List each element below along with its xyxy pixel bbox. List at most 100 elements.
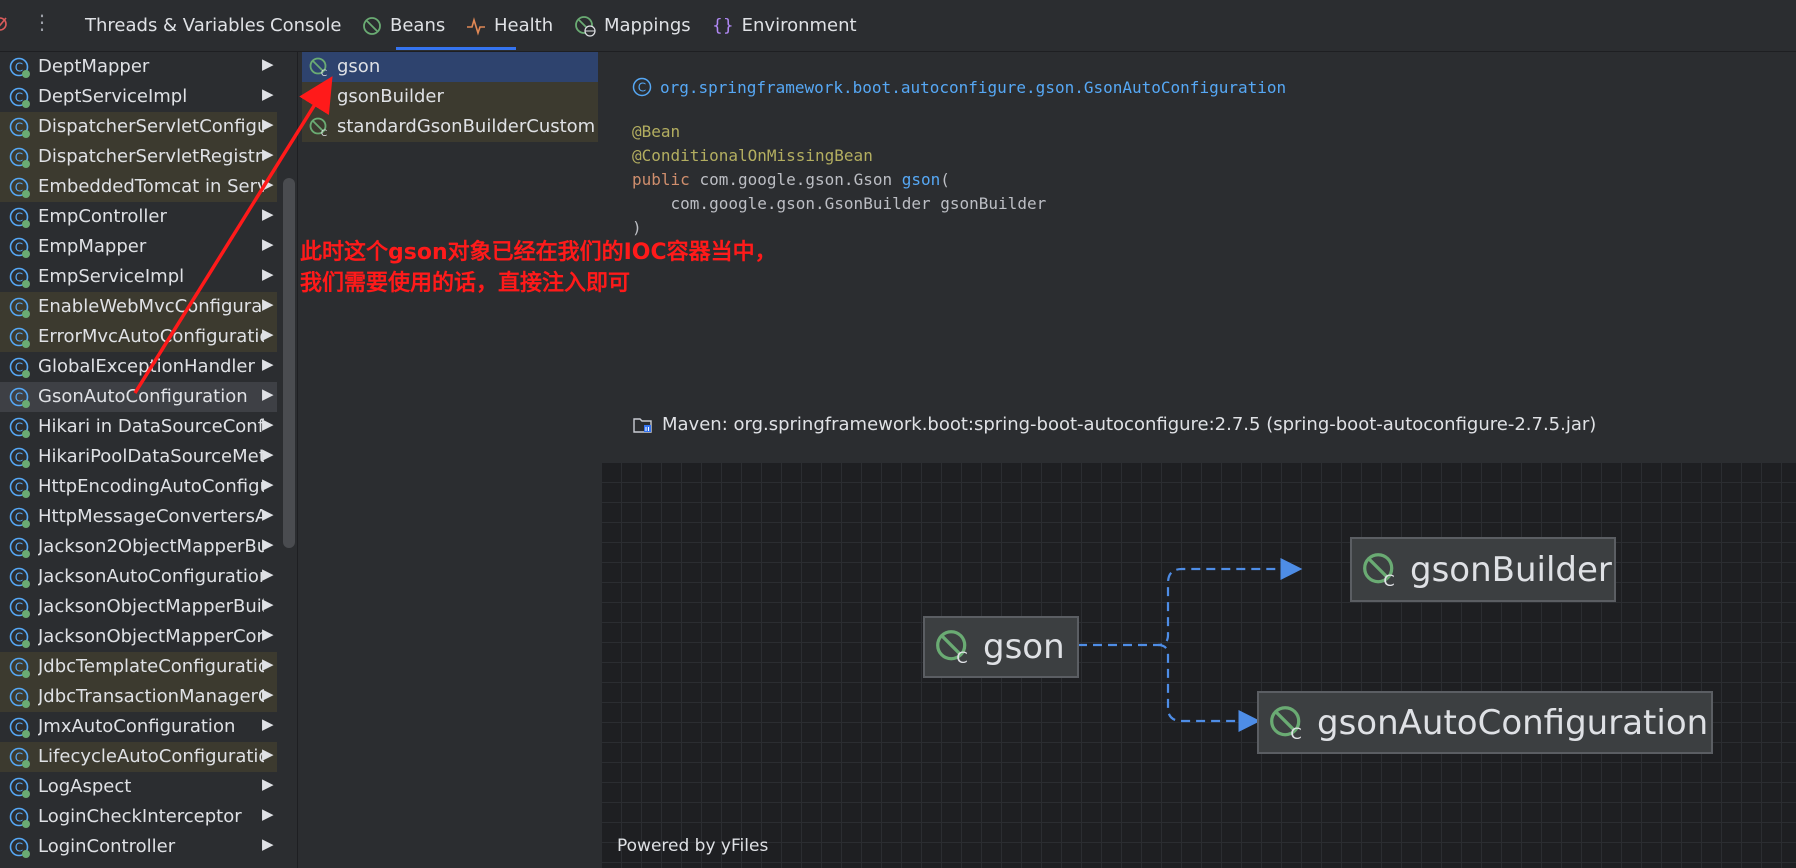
chevron-right-icon[interactable]: ▶ xyxy=(262,685,274,703)
chevron-right-icon[interactable]: ▶ xyxy=(262,565,274,583)
list-item-gson-builder[interactable]: C gsonBuilder xyxy=(302,82,598,112)
spring-class-icon: C xyxy=(9,837,31,864)
list-item[interactable]: C DeptServiceImpl ▶ xyxy=(0,82,277,112)
class-fqn: org.springframework.boot.autoconfigure.g… xyxy=(660,77,1287,97)
list-item[interactable]: C HikariPoolDataSourceMetadataProviderCon… xyxy=(0,442,277,472)
chevron-right-icon[interactable]: ▶ xyxy=(262,85,274,103)
spring-class-icon: C xyxy=(9,657,31,684)
chevron-right-icon[interactable]: ▶ xyxy=(262,205,274,223)
list-item[interactable]: C EmbeddedTomcat in ServletWebServerFacto… xyxy=(0,172,277,202)
list-item-gson[interactable]: C gson xyxy=(302,52,598,82)
list-item[interactable]: C Jackson2ObjectMapperBuilderCustomizerCo… xyxy=(0,532,277,562)
active-tab-indicator xyxy=(396,47,516,50)
bean-class-link[interactable]: C org.springframework.boot.autoconfigure… xyxy=(632,77,1286,97)
svg-text:C: C xyxy=(15,601,23,615)
bean-class-label: DispatcherServletConfiguration xyxy=(38,116,264,137)
spring-class-icon: C xyxy=(9,477,31,504)
spring-class-icon: C xyxy=(9,447,31,474)
chevron-right-icon[interactable]: ▶ xyxy=(262,805,274,823)
svg-text:C: C xyxy=(15,91,23,105)
disconnected-icon[interactable] xyxy=(0,14,10,38)
list-item[interactable]: C DispatcherServletConfiguration▶ xyxy=(0,112,277,142)
graph-node-gson-builder[interactable]: C gsonBuilder xyxy=(1350,537,1616,602)
spring-class-icon: C xyxy=(9,117,31,144)
list-item[interactable]: C JacksonObjectMapperConfiguration▶ xyxy=(0,622,277,652)
annotation-line-1: 此时这个gson对象已经在我们的IOC容器当中， xyxy=(300,240,777,265)
chevron-right-icon[interactable]: ▶ xyxy=(262,505,274,523)
graph-node-gson[interactable]: C gson xyxy=(923,616,1079,678)
list-item[interactable]: C LoginController ▶ xyxy=(0,832,277,862)
graph-node-gson-auto-configuration[interactable]: C gsonAutoConfiguration xyxy=(1257,691,1713,754)
tab-threads-variables[interactable]: Threads & Variables xyxy=(85,0,265,51)
tab-beans[interactable]: Beans xyxy=(362,0,445,51)
list-item[interactable]: C GsonAutoConfiguration ▶ xyxy=(0,382,277,412)
chevron-right-icon[interactable]: ▶ xyxy=(262,235,274,253)
bean-dependency-graph[interactable]: C gson C gsonBuilder C gsonAutoConfigura… xyxy=(601,462,1796,868)
list-item[interactable]: C DispatcherServletRegistrationConfigurat… xyxy=(0,142,277,172)
chevron-right-icon[interactable]: ▶ xyxy=(262,55,274,73)
chevron-right-icon[interactable]: ▶ xyxy=(262,265,274,283)
spring-bean-icon: C xyxy=(1269,705,1305,741)
spring-class-icon: C xyxy=(9,777,31,804)
tab-mappings[interactable]: Mappings xyxy=(574,0,691,51)
health-pulse-icon xyxy=(466,16,486,36)
list-item[interactable]: C LogAspect ▶ xyxy=(0,772,277,802)
chevron-right-icon[interactable]: ▶ xyxy=(262,115,274,133)
chevron-right-icon[interactable]: ▶ xyxy=(262,145,274,163)
chevron-right-icon[interactable]: ▶ xyxy=(262,835,274,853)
svg-text:C: C xyxy=(15,301,23,315)
list-item[interactable]: C HttpEncodingAutoConfiguration▶ xyxy=(0,472,277,502)
vertical-scrollbar[interactable] xyxy=(283,178,295,548)
spring-class-icon: C xyxy=(9,267,31,294)
chevron-right-icon[interactable]: ▶ xyxy=(262,625,274,643)
chevron-right-icon[interactable]: ▶ xyxy=(262,535,274,553)
list-item[interactable]: C JmxAutoConfiguration ▶ xyxy=(0,712,277,742)
list-item[interactable]: C JacksonAutoConfiguration ▶ xyxy=(0,562,277,592)
list-item[interactable]: C ErrorMvcAutoConfiguration ▶ xyxy=(0,322,277,352)
chevron-right-icon[interactable]: ▶ xyxy=(262,175,274,193)
list-item[interactable]: C EnableWebMvcConfiguration▶ xyxy=(0,292,277,322)
list-item[interactable]: C JdbcTemplateConfiguration ▶ xyxy=(0,652,277,682)
chevron-right-icon[interactable]: ▶ xyxy=(262,775,274,793)
chevron-right-icon[interactable]: ▶ xyxy=(262,415,274,433)
chevron-right-icon[interactable]: ▶ xyxy=(262,385,274,403)
list-item[interactable]: C Hikari in DataSourceConfiguration▶ xyxy=(0,412,277,442)
list-item[interactable]: C JacksonObjectMapperBuilderConfiguration… xyxy=(0,592,277,622)
svg-text:C: C xyxy=(15,391,23,405)
chevron-right-icon[interactable]: ▶ xyxy=(262,595,274,613)
list-item[interactable]: C EmpController ▶ xyxy=(0,202,277,232)
spring-class-icon: C xyxy=(9,597,31,624)
spring-class-icon: C xyxy=(9,687,31,714)
list-item[interactable]: C HttpMessageConvertersAutoConfiguration▶ xyxy=(0,502,277,532)
mappings-icon xyxy=(574,15,596,37)
chevron-right-icon[interactable]: ▶ xyxy=(262,475,274,493)
list-item[interactable]: C JdbcTransactionManagerConfiguration▶ xyxy=(0,682,277,712)
spring-class-icon: C xyxy=(9,207,31,234)
svg-text:C: C xyxy=(15,841,23,855)
tab-label: Environment xyxy=(741,15,857,36)
tab-environment[interactable]: {} Environment xyxy=(712,0,857,51)
edge-gson-to-gsonautoconfiguration xyxy=(1157,643,1261,732)
chevron-right-icon[interactable]: ▶ xyxy=(262,355,274,373)
tab-console[interactable]: Console xyxy=(270,0,341,51)
list-item[interactable]: C DeptMapper ▶ xyxy=(0,52,277,82)
list-item-standard-gson-builder-customizer[interactable]: C standardGsonBuilderCustomizer xyxy=(302,112,598,142)
list-item[interactable]: C EmpMapper ▶ xyxy=(0,232,277,262)
svg-text:C: C xyxy=(15,61,23,75)
chevron-right-icon[interactable]: ▶ xyxy=(262,745,274,763)
chevron-right-icon[interactable]: ▶ xyxy=(262,295,274,313)
list-item[interactable]: C GlobalExceptionHandler ▶ xyxy=(0,352,277,382)
chevron-right-icon[interactable]: ▶ xyxy=(262,655,274,673)
svg-text:C: C xyxy=(15,181,23,195)
bean-method-list: C gson C gsonBuilder C standardGsonBuild… xyxy=(297,52,602,868)
more-options-icon[interactable]: ⋮ xyxy=(32,10,52,34)
chevron-right-icon[interactable]: ▶ xyxy=(262,715,274,733)
chevron-right-icon[interactable]: ▶ xyxy=(262,325,274,343)
node-label: gsonAutoConfiguration xyxy=(1317,702,1709,743)
list-item[interactable]: C EmpServiceImpl ▶ xyxy=(0,262,277,292)
chevron-right-icon[interactable]: ▶ xyxy=(262,445,274,463)
bean-class-label: DeptServiceImpl xyxy=(38,86,188,107)
list-item[interactable]: C LifecycleAutoConfiguration ▶ xyxy=(0,742,277,772)
list-item[interactable]: C LoginCheckInterceptor ▶ xyxy=(0,802,277,832)
tab-health[interactable]: Health xyxy=(466,0,553,51)
